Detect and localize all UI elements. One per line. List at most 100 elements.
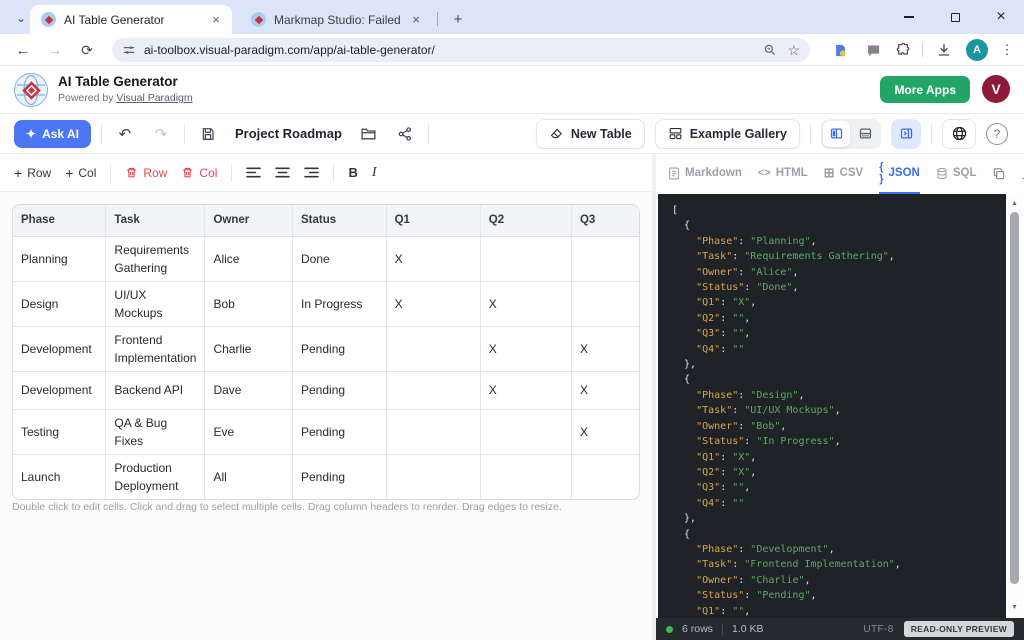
visual-paradigm-link[interactable]: Visual Paradigm (116, 92, 192, 104)
downloads-icon[interactable] (934, 40, 954, 60)
add-col-button[interactable]: +Col (65, 165, 96, 181)
table-cell[interactable]: Eve (205, 409, 293, 454)
table-cell[interactable]: In Progress (293, 281, 387, 326)
column-header[interactable]: Phase (13, 205, 106, 236)
forward-button[interactable]: → (44, 39, 66, 61)
new-table-button[interactable]: New Table (536, 119, 645, 149)
table-cell[interactable]: Pending (293, 371, 387, 409)
more-apps-button[interactable]: More Apps (880, 76, 970, 103)
table-cell[interactable]: Alice (205, 236, 293, 281)
layout-horizontal-split-button[interactable] (852, 121, 879, 147)
share-button[interactable] (392, 121, 418, 147)
table-cell[interactable]: Requirements Gathering (106, 236, 205, 281)
undo-button[interactable]: ↶ (112, 121, 138, 147)
redo-button[interactable]: ↷ (148, 121, 174, 147)
table-cell[interactable]: All (205, 454, 293, 499)
table-cell[interactable] (480, 409, 571, 454)
table-cell[interactable]: Planning (13, 236, 106, 281)
browser-menu-button[interactable]: ⋮ (998, 39, 1016, 61)
back-button[interactable]: ← (12, 39, 34, 61)
table-cell[interactable]: X (571, 326, 640, 371)
table-cell[interactable]: Backend API (106, 371, 205, 409)
site-info-icon[interactable] (122, 43, 136, 57)
browser-tab-inactive[interactable]: Markmap Studio: Failed to oper × (240, 5, 432, 34)
tab-sql[interactable]: SQL (936, 155, 977, 194)
tab-csv[interactable]: ⊞ CSV (824, 155, 864, 194)
browser-tab-active[interactable]: AI Table Generator × (30, 5, 232, 34)
table-cell[interactable]: Development (13, 326, 106, 371)
minimize-button[interactable] (886, 0, 932, 34)
table-cell[interactable]: UI/UX Mockups (106, 281, 205, 326)
language-button[interactable] (942, 119, 976, 149)
scroll-up-icon[interactable]: ▲ (1006, 196, 1023, 210)
table-cell[interactable] (571, 281, 640, 326)
delete-col-button[interactable]: Col (181, 166, 217, 180)
scrollbar-thumb[interactable] (1010, 212, 1019, 584)
table-cell[interactable]: Bob (205, 281, 293, 326)
table-cell[interactable] (571, 454, 640, 499)
table-cell[interactable]: Production Deployment (106, 454, 205, 499)
table-cell[interactable]: Frontend Implementation (106, 326, 205, 371)
zoom-page-icon[interactable] (763, 43, 777, 57)
profile-avatar[interactable]: A (966, 39, 988, 61)
extension-colored-icon[interactable] (830, 40, 850, 60)
column-header[interactable]: Q1 (386, 205, 480, 236)
table-cell[interactable] (386, 371, 480, 409)
url-bar[interactable]: ai-toolbox.visual-paradigm.com/app/ai-ta… (112, 38, 810, 62)
tab-markdown[interactable]: Markdown (668, 155, 742, 194)
table-cell[interactable]: Development (13, 371, 106, 409)
column-header[interactable]: Q2 (480, 205, 571, 236)
save-button[interactable] (195, 121, 221, 147)
document-title[interactable]: Project Roadmap (235, 126, 342, 141)
column-header[interactable]: Status (293, 205, 387, 236)
table-cell[interactable]: X (571, 409, 640, 454)
table-cell[interactable] (571, 236, 640, 281)
align-left-button[interactable] (246, 166, 261, 179)
align-center-button[interactable] (275, 166, 290, 179)
extensions-puzzle-icon[interactable] (894, 40, 914, 60)
table-cell[interactable]: X (480, 281, 571, 326)
italic-button[interactable]: I (372, 165, 377, 181)
bookmark-star-icon[interactable]: ☆ (787, 42, 800, 59)
tab-close-icon[interactable]: × (208, 12, 224, 28)
table-cell[interactable]: X (480, 326, 571, 371)
tab-close-icon[interactable]: × (408, 12, 424, 28)
table-cell[interactable] (386, 409, 480, 454)
url-text[interactable]: ai-toolbox.visual-paradigm.com/app/ai-ta… (144, 43, 763, 57)
table-cell[interactable]: Pending (293, 409, 387, 454)
toggle-preview-panel-button[interactable] (891, 119, 921, 149)
column-header[interactable]: Task (106, 205, 205, 236)
table-cell[interactable]: Charlie (205, 326, 293, 371)
table-cell[interactable]: X (571, 371, 640, 409)
help-button[interactable]: ? (986, 123, 1008, 145)
download-code-button[interactable] (1020, 167, 1024, 181)
copy-code-button[interactable] (992, 167, 1006, 181)
example-gallery-button[interactable]: Example Gallery (655, 119, 800, 149)
ask-ai-button[interactable]: ✦ Ask AI (14, 120, 91, 148)
align-right-button[interactable] (304, 166, 319, 179)
bold-button[interactable]: B (348, 165, 357, 180)
table-cell[interactable]: X (480, 371, 571, 409)
table-cell[interactable]: QA & Bug Fixes (106, 409, 205, 454)
table-cell[interactable]: Pending (293, 454, 387, 499)
table-cell[interactable] (480, 454, 571, 499)
code-scrollbar[interactable]: ▲ ▼ (1006, 194, 1023, 618)
layout-vertical-split-button[interactable] (823, 121, 850, 147)
workspace-avatar[interactable]: V (982, 75, 1010, 103)
table-cell[interactable] (480, 236, 571, 281)
table-cell[interactable]: Dave (205, 371, 293, 409)
delete-row-button[interactable]: Row (125, 166, 167, 180)
table-cell[interactable] (386, 454, 480, 499)
tab-html[interactable]: <> HTML (758, 155, 808, 194)
table-cell[interactable]: X (386, 236, 480, 281)
table-cell[interactable]: Design (13, 281, 106, 326)
column-header[interactable]: Owner (205, 205, 293, 236)
table-cell[interactable]: Done (293, 236, 387, 281)
scroll-down-icon[interactable]: ▼ (1006, 600, 1023, 614)
open-file-button[interactable] (356, 121, 382, 147)
column-header[interactable]: Q3 (571, 205, 640, 236)
table-cell[interactable]: X (386, 281, 480, 326)
comment-extension-icon[interactable] (863, 40, 883, 60)
close-window-button[interactable]: × (978, 0, 1024, 34)
add-row-button[interactable]: +Row (14, 165, 51, 181)
